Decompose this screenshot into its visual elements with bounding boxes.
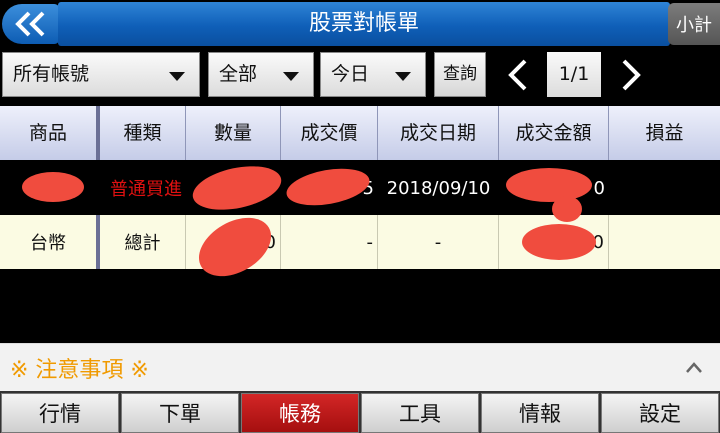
tab-tools[interactable]: 工具	[361, 393, 479, 433]
next-page-icon[interactable]	[616, 58, 646, 92]
cell-date: -	[378, 215, 499, 269]
subtotal-button[interactable]: 小計	[668, 3, 720, 45]
column-header: 商品	[0, 106, 100, 160]
account-select-value: 所有帳號	[13, 63, 90, 85]
column-header: 損益	[645, 122, 684, 144]
cell-kind: 總計	[100, 215, 186, 269]
page-title: 股票對帳單	[308, 11, 419, 36]
tab-account[interactable]: 帳務	[241, 393, 359, 433]
notice-bar[interactable]: ※ 注意事項 ※	[0, 343, 720, 391]
bottom-tab-bar: 行情 下單 帳務 工具 情報 設定	[0, 391, 720, 433]
redaction-mark	[22, 172, 84, 202]
account-select[interactable]: 所有帳號	[2, 52, 200, 97]
column-header: 成交日期	[378, 106, 499, 160]
chevron-down-icon	[169, 72, 185, 81]
period-select-value: 今日	[331, 63, 370, 85]
notice-label: ※ 注意事項 ※	[10, 358, 149, 383]
type-select[interactable]: 全部	[208, 52, 314, 97]
prev-page-icon[interactable]	[503, 58, 533, 92]
column-header: 種類	[100, 106, 186, 160]
redaction-mark	[506, 168, 592, 202]
cell-pnl	[609, 215, 720, 269]
query-button[interactable]: 查詢	[434, 52, 486, 97]
back-button[interactable]	[2, 4, 60, 44]
tab-settings[interactable]: 設定	[601, 393, 719, 433]
redaction-mark	[522, 224, 596, 260]
cell-pnl	[609, 162, 720, 214]
cell-date: 2018/09/10	[386, 177, 491, 199]
app-header: 股票對帳單 小計	[0, 0, 720, 46]
redaction-mark	[552, 196, 582, 222]
tab-order[interactable]: 下單	[121, 393, 239, 433]
chevron-down-icon	[395, 72, 411, 81]
table-row[interactable]: 台幣 總計 0 - - 0	[0, 215, 720, 269]
tab-quotes[interactable]: 行情	[1, 393, 119, 433]
cell-price: -	[281, 215, 378, 269]
type-select-value: 全部	[219, 63, 258, 85]
column-header: 成交金額	[499, 106, 609, 160]
tab-info[interactable]: 情報	[481, 393, 599, 433]
double-chevron-left-icon	[15, 11, 45, 37]
table-header: 商品 種類 數量 成交價 成交日期 成交金額 損益	[0, 106, 720, 160]
page-indicator: 1/1	[547, 52, 601, 97]
filter-bar: 所有帳號 全部 今日 查詢 1/1	[0, 46, 720, 104]
period-select[interactable]: 今日	[320, 52, 426, 97]
column-header: 數量	[186, 106, 281, 160]
chevron-up-icon[interactable]	[684, 358, 704, 378]
cell-product: 台幣	[0, 215, 100, 269]
column-header: 成交價	[281, 106, 378, 160]
chevron-down-icon	[283, 72, 299, 81]
cell-kind: 普通買進	[110, 179, 182, 200]
